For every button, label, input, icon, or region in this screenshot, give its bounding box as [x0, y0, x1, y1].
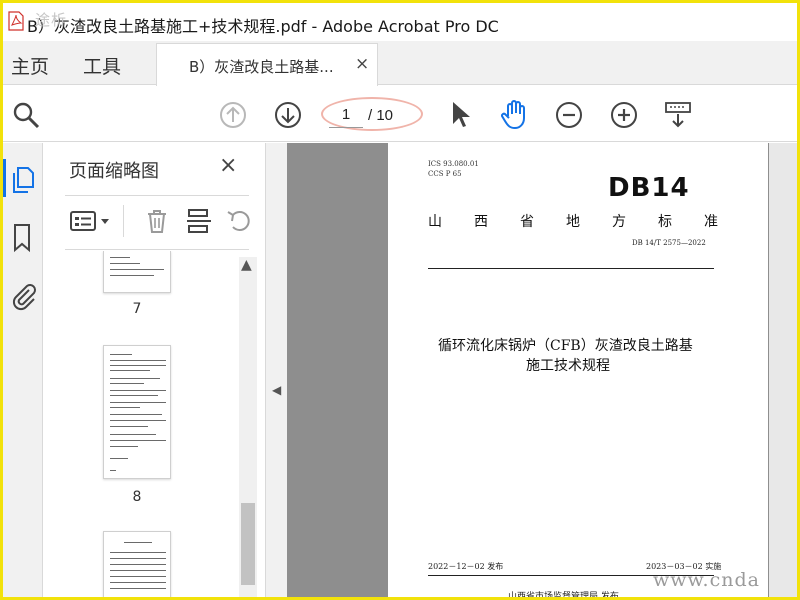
menu-tools[interactable]: 工具	[83, 52, 121, 79]
ics-code: ICS 93.080.01 CCS P 65	[428, 160, 479, 178]
document-title-line2: 施工技术规程	[526, 358, 610, 374]
scroll-up-icon[interactable]: ▲	[241, 257, 252, 273]
right-pane	[769, 143, 797, 597]
panel-close-icon[interactable]: ×	[219, 153, 237, 178]
header-rule	[428, 268, 714, 269]
page-total: / 10	[368, 107, 394, 124]
keyboard-scroll-icon[interactable]	[663, 100, 693, 130]
document-tab[interactable]: B）灰渣改良土路基... ×	[156, 43, 378, 86]
panel-divider	[65, 195, 249, 196]
page-thumbnails-icon[interactable]	[9, 165, 37, 195]
thumbnail-scrollbar[interactable]: ▲	[239, 257, 257, 597]
pdf-page: ICS 93.080.01 CCS P 65 DB14 山 西 省 地 方 标 …	[388, 143, 768, 600]
delete-icon[interactable]	[143, 207, 171, 235]
page-number-input[interactable]: 1	[329, 106, 363, 128]
menu-home[interactable]: 主页	[11, 52, 49, 79]
thumbnail-page-8[interactable]	[103, 345, 171, 479]
rotate-icon[interactable]	[225, 207, 253, 235]
search-icon[interactable]	[11, 100, 41, 130]
scrollbar-thumb[interactable]	[241, 503, 255, 585]
zoom-out-icon[interactable]	[555, 101, 583, 129]
toolbar-separator	[123, 205, 124, 237]
extract-icon[interactable]	[185, 207, 213, 235]
issue-date: 2022－12－02 发布	[428, 562, 504, 571]
thumbnail-panel: 页面缩略图 × 7 8 ▲	[43, 143, 265, 597]
acrobat-window: B）灰渣改良土路基施工+技术规程.pdf - Adobe Acrobat Pro…	[0, 0, 800, 600]
tab-close-icon[interactable]: ×	[355, 54, 369, 74]
menu-bar: 主页 工具 B）灰渣改良土路基... ×	[3, 41, 797, 86]
title-bar: B）灰渣改良土路基施工+技术规程.pdf - Adobe Acrobat Pro…	[3, 3, 797, 41]
acrobat-app-icon	[8, 11, 24, 31]
standard-number: DB 14/T 2575—2022	[632, 239, 706, 247]
thumbnail-page-number: 7	[132, 301, 142, 317]
attachments-icon[interactable]	[9, 281, 37, 311]
document-title-line1: 循环流化床锅炉（CFB）灰渣改良土路基	[438, 338, 693, 354]
panel-splitter[interactable]: ◀	[265, 143, 287, 597]
hand-tool-icon[interactable]	[499, 98, 531, 130]
document-tab-label: B）灰渣改良土路基...	[189, 58, 334, 76]
bookmarks-icon[interactable]	[11, 223, 33, 253]
zoom-in-icon[interactable]	[610, 101, 638, 129]
rail-selection-indicator	[3, 159, 6, 197]
thumbnail-page-7[interactable]	[103, 251, 171, 293]
overlay-watermark-text: 途析	[35, 11, 68, 29]
panel-divider-2	[65, 249, 249, 250]
standard-name: 山 西 省 地 方 标 准	[428, 214, 718, 230]
left-rail	[3, 143, 43, 597]
thumbnail-page-number: 8	[132, 489, 142, 505]
prev-page-icon[interactable]	[219, 101, 247, 129]
collapse-panel-icon[interactable]: ◀	[272, 383, 281, 397]
site-watermark: www.cnda	[653, 569, 760, 591]
toolbar: 1 / 10	[3, 86, 797, 142]
thumbnail-list: 7 8	[43, 251, 239, 597]
db-logo: DB14	[608, 173, 690, 203]
panel-title: 页面缩略图	[69, 161, 159, 182]
document-viewport: ICS 93.080.01 CCS P 65 DB14 山 西 省 地 方 标 …	[287, 143, 797, 600]
issuer-footer: 山西省市场监督管理局 发布	[508, 592, 619, 600]
select-arrow-icon[interactable]	[449, 100, 471, 130]
next-page-icon[interactable]	[274, 101, 302, 129]
thumbnail-page-9[interactable]	[103, 531, 171, 597]
window-title: B）灰渣改良土路基施工+技术规程.pdf - Adobe Acrobat Pro…	[27, 17, 499, 36]
thumbnail-options-icon[interactable]	[69, 209, 115, 233]
